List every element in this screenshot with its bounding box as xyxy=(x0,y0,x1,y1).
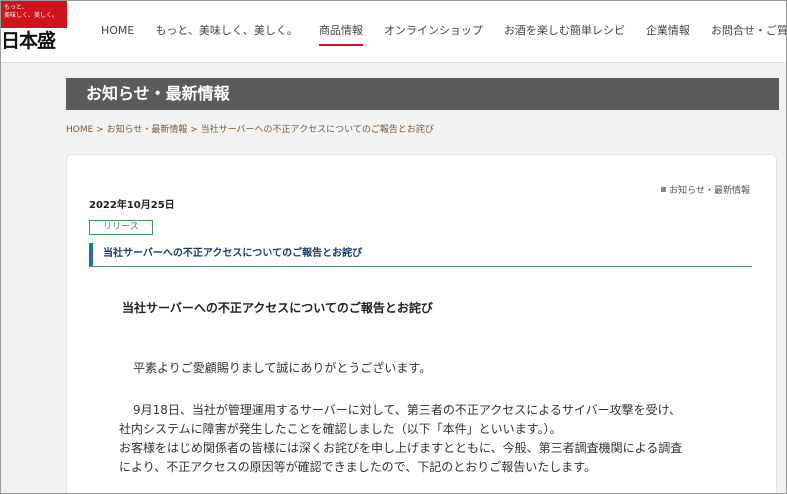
article-title: 当社サーバーへの不正アクセスについてのご報告とお詫び xyxy=(122,301,433,315)
site-header: もっと、 美味しく、美しく。 日本盛 HOME もっと、美味しく、美しく。 商品… xyxy=(1,1,786,63)
nav-item-home[interactable]: HOME xyxy=(101,23,134,43)
paragraph-2-line-2: 社内システムに障害が発生したことを確認しました（以下「本件」といいます。）。 xyxy=(119,422,562,436)
browser-frame: もっと、 美味しく、美しく。 日本盛 HOME もっと、美味しく、美しく。 商品… xyxy=(0,0,787,494)
nav-item-online-shop[interactable]: オンラインショップ xyxy=(384,23,483,43)
site-logo[interactable]: 日本盛 xyxy=(1,31,56,51)
article-paragraph-2: 9月18日、当社が管理運用するサーバーに対して、第三者の不正アクセスによるサイバ… xyxy=(119,401,682,477)
paragraph-2-line-1: 9月18日、当社が管理運用するサーバーに対して、第三者の不正アクセスによるサイバ… xyxy=(133,403,682,417)
logo-tagline-line-2: 美味しく、美しく。 xyxy=(4,12,59,19)
category-label: お知らせ・最新情報 xyxy=(669,186,750,196)
nav-item-brand[interactable]: もっと、美味しく、美しく。 xyxy=(155,23,298,43)
logo-tagline[interactable]: もっと、 美味しく、美しく。 xyxy=(1,1,67,28)
article-subheading: 当社サーバーへの不正アクセスについてのご報告とお詫び xyxy=(89,243,752,267)
nav-item-recipes[interactable]: お酒を楽しむ簡単レシピ xyxy=(504,23,625,43)
breadcrumb[interactable]: HOME > お知らせ・最新情報 > 当社サーバーへの不正アクセスについてのご報… xyxy=(66,122,434,135)
page-title-band: お知らせ・最新情報 xyxy=(66,78,779,110)
category-link[interactable]: お知らせ・最新情報 xyxy=(661,183,750,196)
release-badge[interactable]: リリース xyxy=(89,220,153,235)
article-date: 2022年10月25日 xyxy=(89,200,175,211)
nav-item-company[interactable]: 企業情報 xyxy=(646,23,690,43)
page-title: お知らせ・最新情報 xyxy=(86,84,230,103)
square-bullet-icon xyxy=(661,187,667,192)
nav-item-contact[interactable]: お問合せ・ご質問 xyxy=(711,23,786,43)
article-paragraph-1: 平素よりご愛顧賜りまして誠にありがとうございます。 xyxy=(133,361,432,375)
paragraph-2-line-4: により、不正アクセスの原因等が確認できましたので、下記のとおりご報告いたします。 xyxy=(119,460,597,474)
article-card: お知らせ・最新情報 2022年10月25日 リリース 当社サーバーへの不正アクセ… xyxy=(66,154,777,493)
paragraph-2-line-3: お客様をはじめ関係者の皆様には深くお詫びを申し上げますとともに、今般、第三者調査… xyxy=(119,441,683,455)
global-nav: HOME もっと、美味しく、美しく。 商品情報 オンラインショップ お酒を楽しむ… xyxy=(101,23,786,46)
logo-tagline-line-1: もっと、 xyxy=(4,4,28,11)
nav-item-products[interactable]: 商品情報 xyxy=(318,23,363,46)
